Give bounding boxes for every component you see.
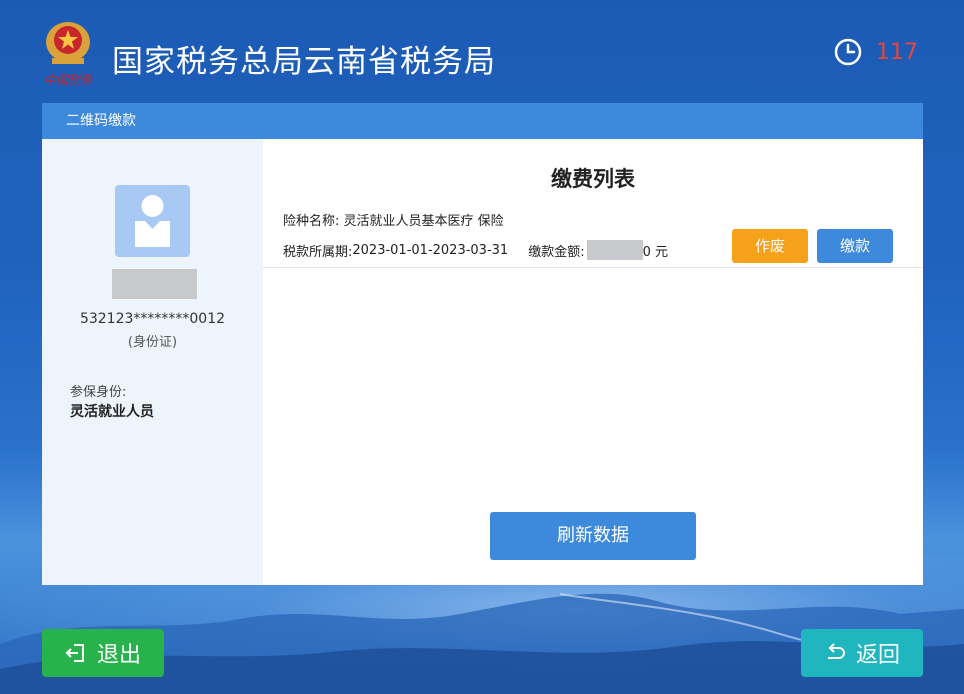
avatar bbox=[115, 185, 190, 257]
exit-icon bbox=[65, 644, 84, 662]
header: 中国税务 国家税务总局云南省税务局 117 bbox=[0, 0, 964, 100]
qr-payment-panel: 二维码缴款 532123********0012 (身份证) 参保身份: 灵活就… bbox=[42, 103, 923, 585]
person-info-sidebar: 532123********0012 (身份证) 参保身份: 灵活就业人员 bbox=[42, 139, 263, 585]
id-number: 532123********0012 bbox=[79, 311, 226, 327]
divider bbox=[263, 267, 923, 268]
timer-value: 117 bbox=[876, 39, 918, 65]
payment-list-title: 缴费列表 bbox=[551, 167, 635, 191]
void-button[interactable]: 作废 bbox=[732, 229, 808, 263]
insurance-label: 险种名称: bbox=[283, 214, 340, 229]
panel-title: 二维码缴款 bbox=[42, 103, 923, 139]
id-type: (身份证) bbox=[127, 335, 178, 350]
amount-suffix: 0 元 bbox=[642, 244, 668, 260]
name-redacted bbox=[112, 269, 197, 299]
svg-text:中国税务: 中国税务 bbox=[44, 73, 93, 87]
user-icon bbox=[135, 195, 170, 247]
period-amount-row: 税款所属期: 2023-01-01-2023-03-31 缴款金额: 0 元 bbox=[283, 240, 668, 260]
clock-icon bbox=[834, 38, 862, 66]
period-label: 税款所属期: bbox=[283, 244, 353, 260]
tax-emblem-icon: 中国税务 bbox=[44, 22, 93, 87]
insured-identity-label: 参保身份: bbox=[70, 385, 127, 400]
pay-button[interactable]: 缴款 bbox=[817, 229, 893, 263]
period-value: 2023-01-01-2023-03-31 bbox=[352, 242, 509, 258]
page-title: 国家税务总局云南省税务局 bbox=[112, 44, 496, 80]
refresh-data-button[interactable]: 刷新数据 bbox=[490, 512, 696, 560]
exit-button[interactable]: 退出 bbox=[42, 629, 164, 677]
exit-label: 退出 bbox=[96, 643, 141, 668]
back-label: 返回 bbox=[855, 643, 900, 668]
payment-list-area: 缴费列表 险种名称: 灵活就业人员基本医疗 保险 税款所属期: 2023-01-… bbox=[263, 139, 923, 585]
amount-redacted bbox=[586, 240, 643, 260]
back-button[interactable]: 返回 bbox=[801, 629, 923, 677]
countdown-timer: 117 bbox=[834, 38, 918, 66]
insurance-value: 灵活就业人员基本医疗 保险 bbox=[343, 214, 504, 229]
back-arrow-icon bbox=[827, 643, 845, 659]
amount-label: 缴款金额: bbox=[528, 244, 585, 260]
insured-identity-value: 灵活就业人员 bbox=[70, 404, 154, 420]
insurance-row: 险种名称: 灵活就业人员基本医疗 保险 bbox=[283, 210, 504, 229]
panel-body: 532123********0012 (身份证) 参保身份: 灵活就业人员 缴费… bbox=[42, 139, 923, 585]
